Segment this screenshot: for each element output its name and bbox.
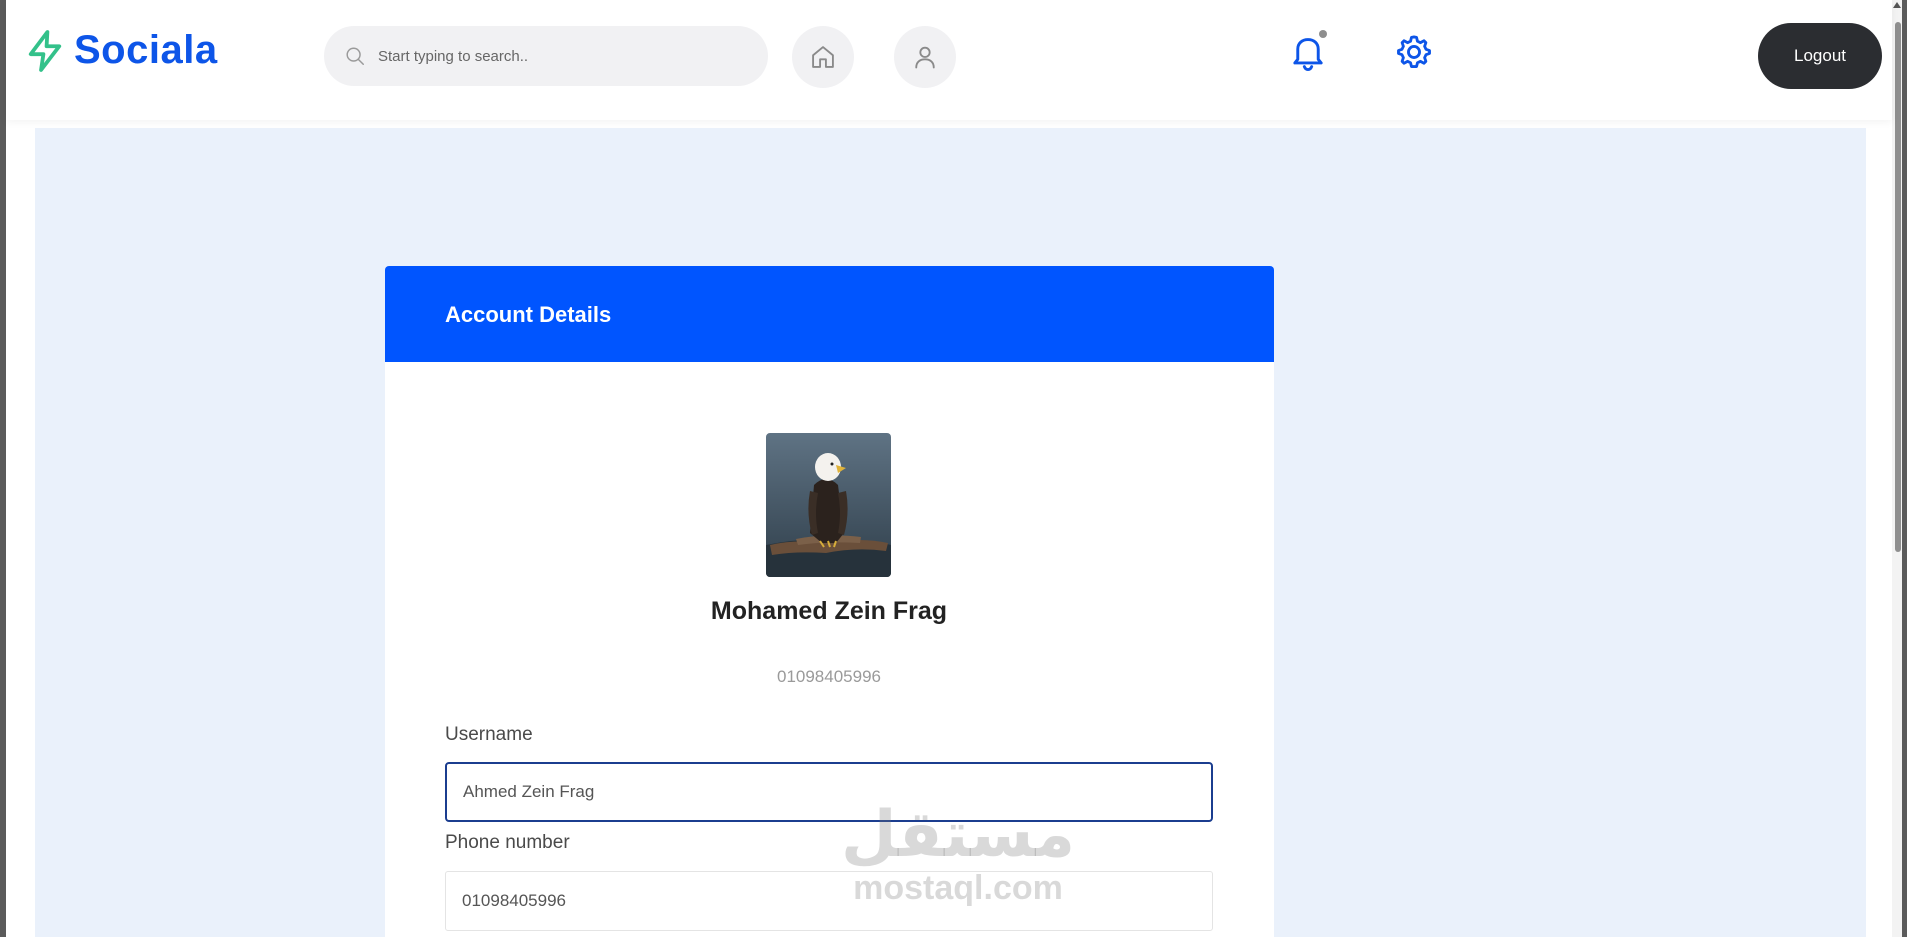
- eagle-photo-image: [766, 433, 891, 577]
- profile-button[interactable]: [894, 26, 956, 88]
- logout-button[interactable]: Logout: [1758, 23, 1882, 89]
- user-icon: [915, 46, 935, 69]
- username-label: Username: [445, 724, 533, 745]
- account-details-title: Account Details: [445, 302, 612, 327]
- settings-button[interactable]: [1392, 30, 1436, 74]
- search-icon: [344, 45, 366, 67]
- scroll-up-arrow-icon[interactable]: [1893, 2, 1901, 8]
- top-header: Sociala Logout: [6, 0, 1892, 120]
- gear-icon: [1397, 35, 1431, 68]
- profile-avatar[interactable]: [766, 433, 891, 577]
- profile-name: Mohamed Zein Frag: [710, 597, 948, 625]
- account-card-body: Mohamed Zein Frag 01098405996 Username P…: [385, 362, 1274, 937]
- app-name: Sociala: [74, 28, 218, 72]
- app-logo[interactable]: Sociala: [26, 28, 218, 73]
- account-card-header: Account Details: [385, 266, 1274, 362]
- phone-field[interactable]: [445, 871, 1213, 931]
- search-input[interactable]: [376, 46, 740, 66]
- username-field[interactable]: [445, 762, 1213, 822]
- bolt-icon: [28, 29, 62, 72]
- scrollbar-thumb[interactable]: [1895, 22, 1901, 552]
- phone-label: Phone number: [445, 832, 570, 853]
- search-bar[interactable]: [324, 26, 768, 86]
- notification-badge-dot: [1319, 30, 1327, 38]
- window-frame-left: [0, 0, 6, 937]
- home-button[interactable]: [792, 26, 854, 88]
- bell-icon: [1293, 38, 1323, 71]
- profile-phone: 01098405996: [776, 667, 881, 686]
- home-icon: [812, 46, 834, 68]
